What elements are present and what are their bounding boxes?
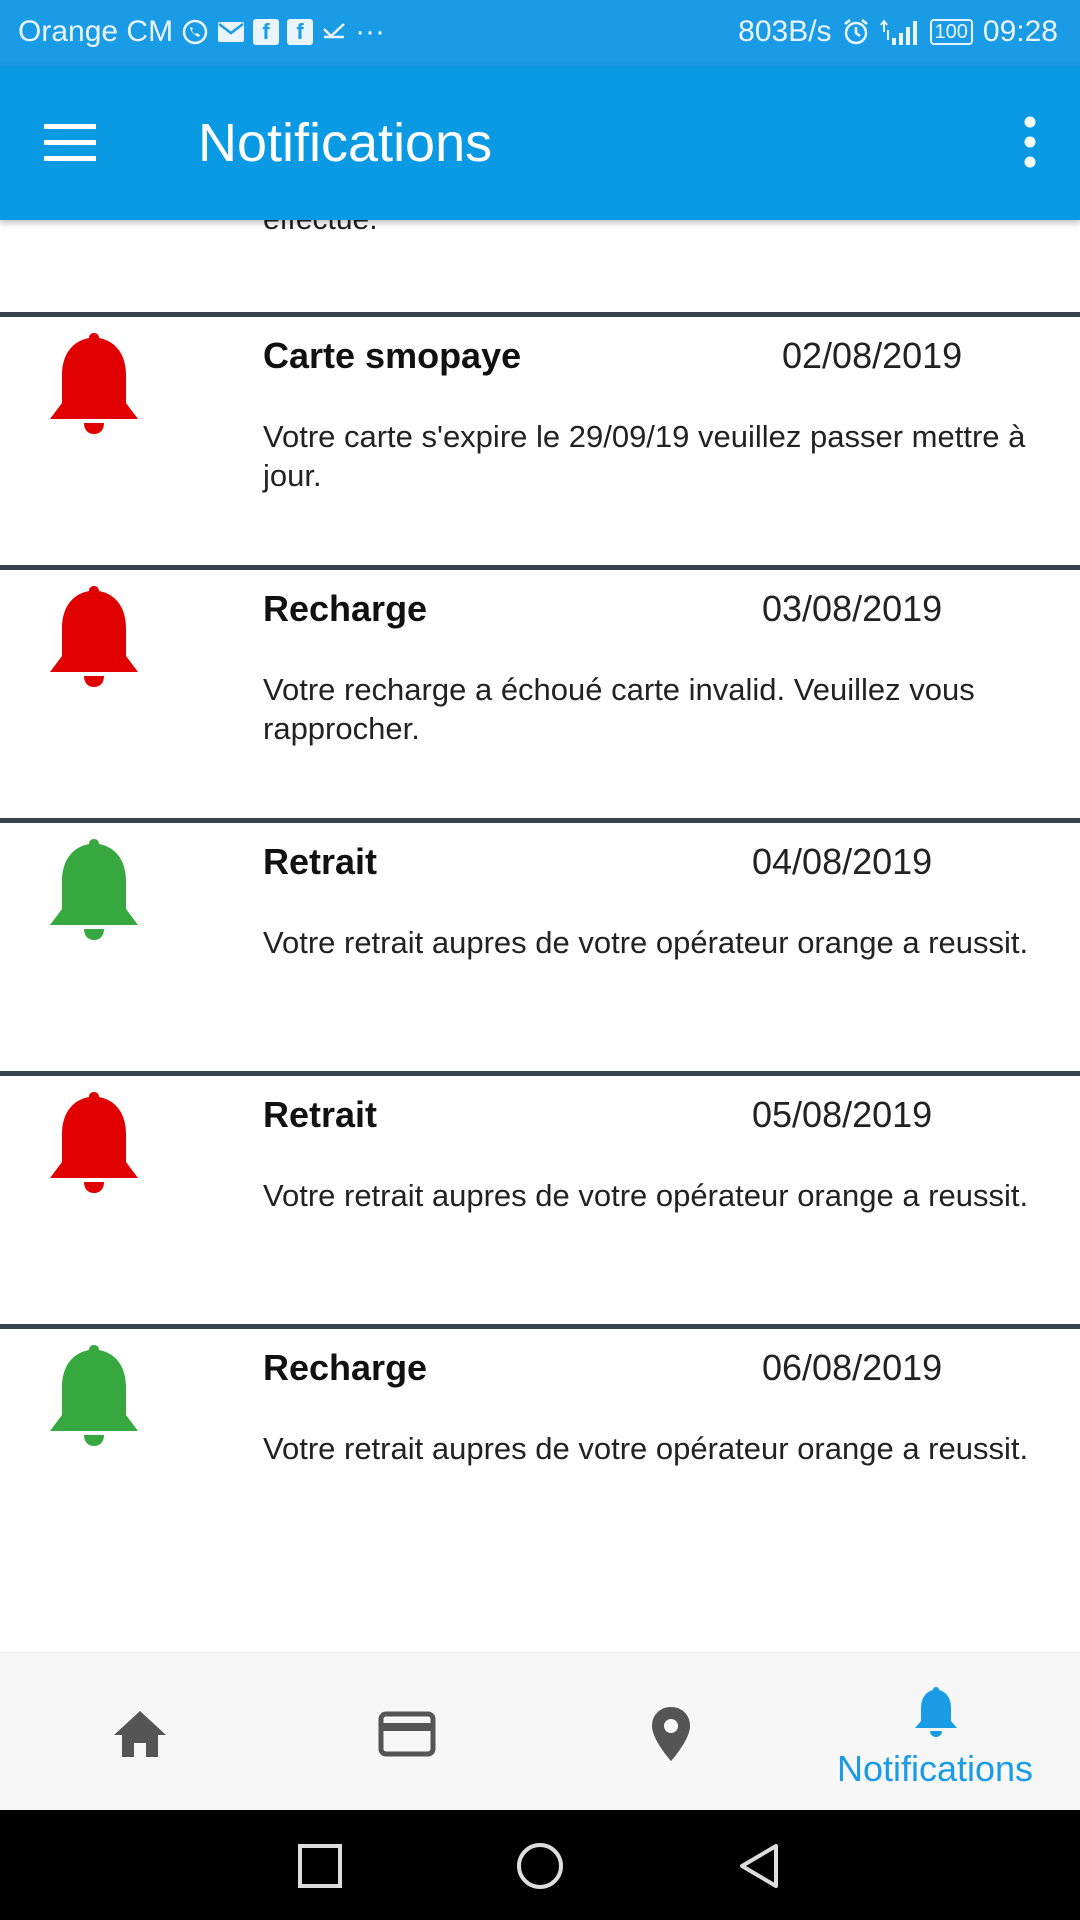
notification-list[interactable]: effectue. Carte smopaye 02/08/2019 Votre…	[0, 220, 1080, 1652]
square-icon	[298, 1844, 342, 1888]
more-notifications-icon: ···	[355, 15, 386, 48]
mail-icon	[217, 16, 245, 48]
notification-title: Retrait	[263, 1094, 378, 1135]
notification-message: Votre retrait aupres de votre opérateur …	[263, 1431, 1029, 1466]
notification-item[interactable]: Carte smopaye 02/08/2019 Votre carte s'e…	[0, 317, 1080, 565]
notification-message: Votre carte s'expire le 29/09/19 veuille…	[263, 419, 1026, 493]
checkmark-icon	[321, 16, 347, 48]
carrier-name: Orange CM	[18, 15, 174, 48]
notification-item[interactable]: Retrait 05/08/2019 Votre retrait aupres …	[0, 1076, 1080, 1324]
nav-home[interactable]	[40, 1653, 240, 1811]
triangle-back-icon	[740, 1844, 778, 1888]
battery-icon: 100	[929, 19, 973, 45]
facebook-icon: f	[253, 16, 280, 48]
home-icon	[114, 1711, 166, 1757]
system-navigation-bar	[0, 1810, 1080, 1920]
home-button[interactable]	[512, 1838, 568, 1894]
circle-icon	[517, 1843, 563, 1889]
bell-icon	[50, 1345, 138, 1446]
notification-message: Votre retrait aupres de votre opérateur …	[263, 1178, 1029, 1213]
notification-item[interactable]: Retrait 04/08/2019 Votre retrait aupres …	[0, 823, 1080, 1071]
clock: 09:28	[982, 15, 1058, 48]
signal-icon	[879, 16, 920, 48]
network-speed: 803B/s	[738, 15, 832, 48]
back-button[interactable]	[732, 1838, 788, 1894]
status-bar-left: Orange CM f f ···	[18, 15, 385, 49]
bell-clapper	[84, 676, 104, 687]
bell-body	[50, 1092, 138, 1178]
notification-message: Votre recharge a échoué carte invalid. V…	[263, 672, 975, 746]
nav-notifications[interactable]: Notifications	[830, 1653, 1040, 1811]
notification-date: 06/08/2019	[762, 1347, 943, 1388]
recents-button[interactable]	[292, 1838, 348, 1894]
bell-body	[50, 839, 138, 925]
more-vert-icon	[1024, 116, 1036, 168]
bell-clapper	[84, 423, 104, 434]
bottom-navigation: Notifications	[0, 1652, 1080, 1811]
alarm-icon	[842, 16, 870, 48]
notification-message: Votre retrait aupres de votre opérateur …	[263, 925, 1029, 960]
bell-clapper	[84, 1435, 104, 1446]
card-icon	[378, 1711, 436, 1757]
hamburger-menu-icon	[44, 124, 96, 161]
status-bar-right: 803B/s 100 09:28	[738, 15, 1058, 49]
whatsapp-icon	[181, 16, 209, 48]
bell-body	[50, 1345, 138, 1431]
bell-clapper	[84, 929, 104, 940]
page-title: Notifications	[198, 113, 493, 173]
nav-card[interactable]	[306, 1653, 506, 1811]
screen: Orange CM f f ··· 803B/s 100 09:28 Notif…	[0, 0, 1080, 1920]
notification-item[interactable]: Recharge 06/08/2019 Votre retrait aupres…	[0, 1329, 1080, 1577]
notification-item[interactable]: Recharge 03/08/2019 Votre recharge a éch…	[0, 570, 1080, 818]
notification-date: 05/08/2019	[752, 1094, 933, 1135]
bell-icon	[915, 1687, 957, 1737]
status-bar: Orange CM f f ··· 803B/s 100 09:28	[0, 0, 1080, 66]
location-pin-icon	[652, 1707, 690, 1761]
app-bar: Notifications	[0, 66, 1080, 220]
notification-title: Recharge	[263, 588, 428, 629]
nav-notifications-label: Notifications	[836, 1748, 1034, 1789]
notification-title: Recharge	[263, 1347, 428, 1388]
bell-body	[50, 586, 138, 672]
notification-title: Retrait	[263, 841, 378, 882]
notification-title: Carte smopaye	[263, 335, 522, 376]
bell-body	[50, 333, 138, 419]
overflow-menu-button[interactable]	[1010, 112, 1050, 174]
notification-date: 04/08/2019	[752, 841, 933, 882]
menu-button[interactable]	[40, 118, 100, 168]
notification-date: 03/08/2019	[762, 588, 943, 629]
bell-icon	[50, 333, 138, 434]
bell-icon	[50, 839, 138, 940]
nav-map[interactable]	[571, 1653, 771, 1811]
bell-icon	[50, 586, 138, 687]
bell-clapper	[84, 1182, 104, 1193]
bell-icon	[50, 1092, 138, 1193]
notification-date: 02/08/2019	[782, 335, 963, 376]
facebook-icon: f	[287, 16, 314, 48]
partial-notification-message: effectue.	[263, 220, 378, 237]
